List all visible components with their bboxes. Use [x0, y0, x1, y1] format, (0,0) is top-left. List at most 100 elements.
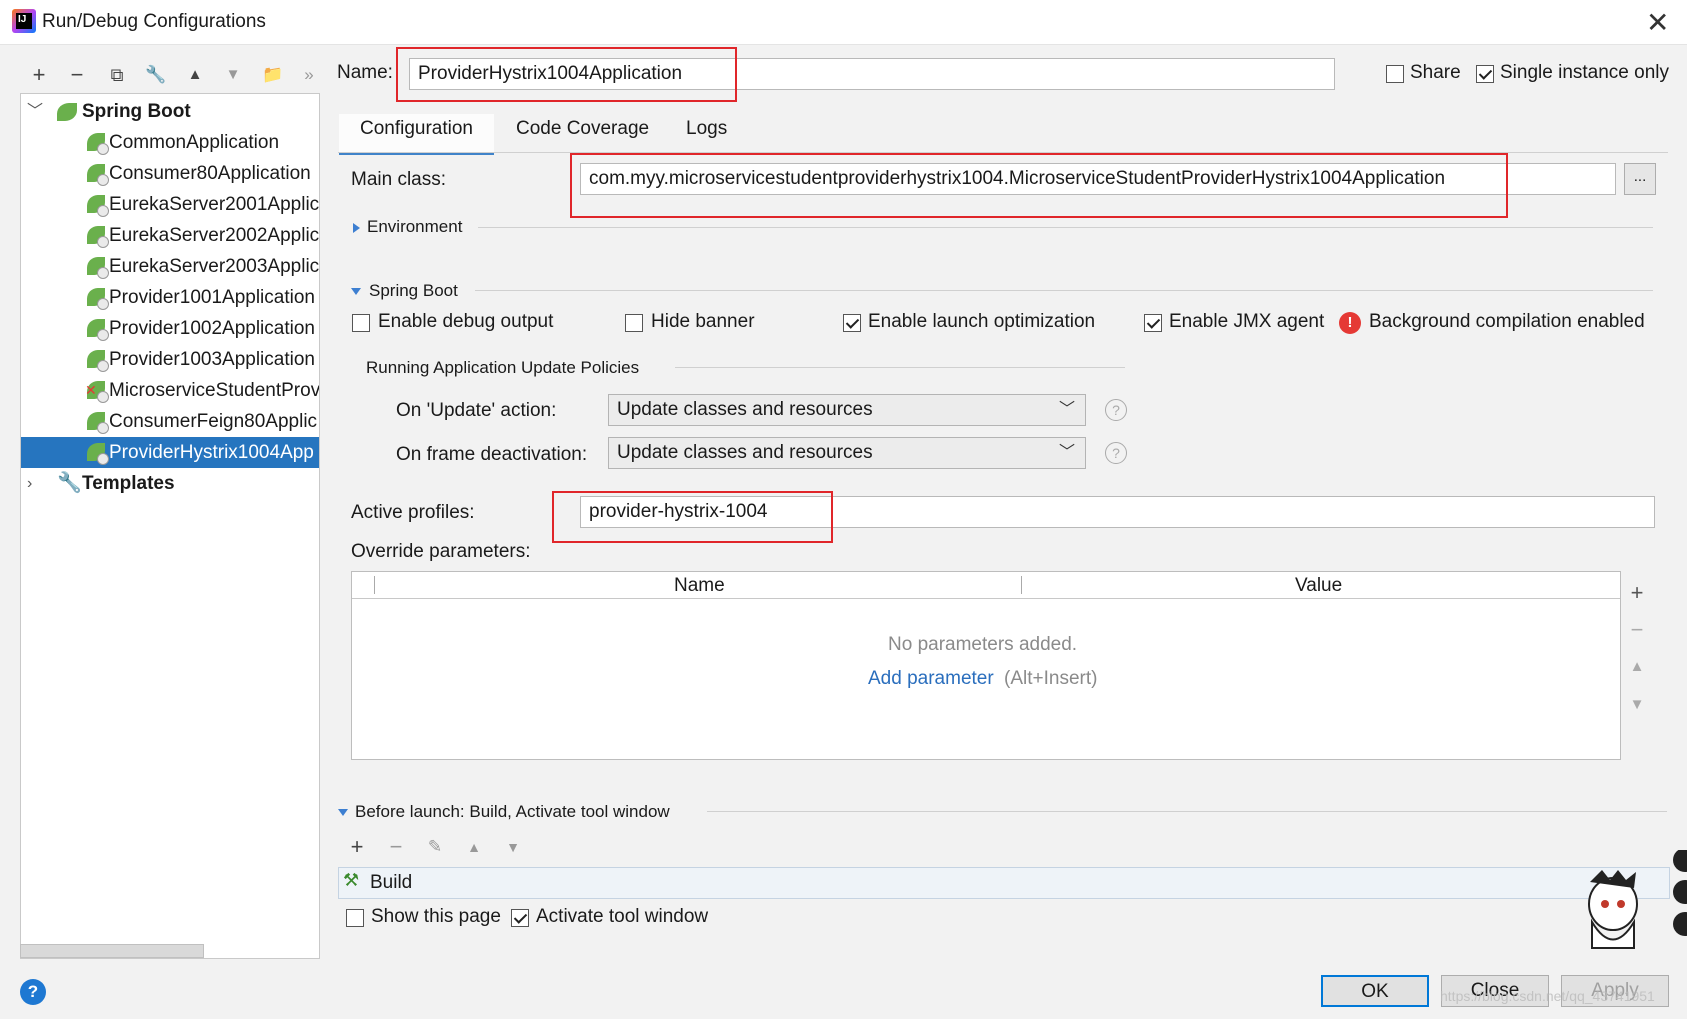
move-up-button[interactable]: ▲	[184, 64, 206, 86]
tree-item[interactable]: Provider1003Application	[21, 344, 319, 375]
edit-task-button[interactable]: ✎	[424, 836, 446, 858]
tree-horizontal-scrollbar[interactable]	[20, 944, 204, 958]
spring-boot-run-icon	[87, 412, 109, 434]
spring-boot-run-icon	[87, 195, 109, 217]
remove-configuration-button[interactable]: −	[66, 64, 88, 86]
spring-boot-run-icon	[87, 319, 109, 341]
close-window-button[interactable]: ✕	[1646, 6, 1669, 39]
override-parameters-table[interactable]: Name Value No parameters added. Add para…	[351, 571, 1621, 760]
folder-icon[interactable]: 📁	[262, 64, 284, 86]
wrench-icon[interactable]: 🔧	[145, 64, 167, 86]
add-configuration-button[interactable]: +	[28, 64, 50, 86]
section-divider	[707, 811, 1667, 812]
collapse-arrow-icon[interactable]	[338, 809, 348, 816]
spring-boot-icon	[57, 101, 79, 123]
move-down-button[interactable]: ▼	[1623, 696, 1651, 713]
spring-boot-run-icon	[87, 350, 109, 372]
spring-boot-run-icon	[87, 443, 109, 465]
spring-boot-run-icon	[87, 133, 109, 155]
add-parameter-button[interactable]: +	[1623, 580, 1651, 606]
spring-boot-run-icon	[87, 164, 109, 186]
active-profiles-label: Active profiles:	[351, 502, 475, 523]
on-frame-label: On frame deactivation:	[396, 444, 588, 465]
tree-group-spring-boot[interactable]: ﹀ Spring Boot	[21, 96, 319, 127]
column-header-value[interactable]: Value	[1295, 575, 1342, 597]
single-instance-checkbox[interactable]	[1476, 65, 1494, 83]
share-checkbox[interactable]	[1386, 65, 1404, 83]
move-task-up-button[interactable]: ▲	[463, 836, 485, 858]
copy-configuration-button[interactable]: ⧉	[106, 64, 128, 86]
spring-boot-section-label[interactable]: Spring Boot	[369, 281, 458, 301]
jmx-agent-label: Enable JMX agent	[1169, 311, 1325, 332]
move-down-button[interactable]: ▼	[222, 64, 244, 86]
section-divider	[475, 290, 1653, 291]
on-update-label: On 'Update' action:	[396, 400, 557, 421]
spring-boot-run-icon	[87, 288, 109, 310]
launch-optimization-checkbox[interactable]	[843, 314, 861, 332]
spring-boot-run-icon	[87, 257, 109, 279]
ok-button[interactable]: OK	[1321, 975, 1429, 1007]
name-label: Name:	[337, 62, 393, 83]
tree-item[interactable]: CommonApplication	[21, 127, 319, 158]
intellij-app-icon: IJ	[12, 9, 36, 33]
tree-item[interactable]: Consumer80Application	[21, 158, 319, 189]
tree-item[interactable]: EurekaServer2001Applic	[21, 189, 319, 220]
enable-debug-checkbox[interactable]	[352, 314, 370, 332]
tree-item-selected[interactable]: ProviderHystrix1004App	[21, 437, 319, 468]
empty-state-text: No parameters added.	[888, 634, 1078, 655]
on-update-select[interactable]: Update classes and resources ﹀	[608, 394, 1086, 426]
tree-item[interactable]: EurekaServer2002Applic	[21, 220, 319, 251]
remove-task-button[interactable]: −	[385, 836, 407, 858]
collapse-arrow-icon[interactable]	[351, 288, 361, 295]
floating-widget-icon[interactable]	[1667, 850, 1687, 950]
before-launch-task-row[interactable]: ⚒ Build	[338, 867, 1670, 899]
launch-optimization-label: Enable launch optimization	[868, 311, 1096, 332]
activate-tool-window-label: Activate tool window	[536, 906, 709, 927]
add-task-button[interactable]: +	[346, 836, 368, 858]
move-up-button[interactable]: ▲	[1623, 658, 1651, 675]
help-icon[interactable]: ?	[1105, 442, 1127, 464]
activate-tool-window-checkbox[interactable]	[511, 909, 529, 927]
highlight-box	[570, 153, 1508, 218]
hide-banner-checkbox[interactable]	[625, 314, 643, 332]
watermark: https://blog.csdn.net/qq_43741951	[1440, 988, 1655, 1004]
tab-configuration[interactable]: Configuration	[339, 114, 494, 155]
environment-section-label[interactable]: Environment	[367, 217, 462, 237]
jmx-agent-checkbox[interactable]	[1144, 314, 1162, 332]
column-divider	[374, 576, 375, 594]
override-parameters-label: Override parameters:	[351, 541, 531, 562]
column-header-name[interactable]: Name	[674, 575, 725, 597]
help-icon[interactable]: ?	[1105, 399, 1127, 421]
spring-boot-run-icon	[87, 226, 109, 248]
chevron-down-icon: ﹀	[1058, 444, 1075, 461]
show-page-checkbox[interactable]	[346, 909, 364, 927]
single-instance-label: Single instance only	[1500, 62, 1669, 83]
help-button[interactable]: ?	[20, 979, 46, 1005]
tree-item[interactable]: EurekaServer2003Applic	[21, 251, 319, 282]
update-policies-label: Running Application Update Policies	[366, 358, 640, 377]
on-frame-select[interactable]: Update classes and resources ﹀	[608, 437, 1086, 469]
move-task-down-button[interactable]: ▼	[502, 836, 524, 858]
tree-item[interactable]: ConsumerFeign80Applic	[21, 406, 319, 437]
share-label: Share	[1410, 62, 1461, 83]
tree-group-templates[interactable]: › 🔧 Templates	[21, 468, 319, 499]
enable-debug-label: Enable debug output	[378, 311, 554, 332]
configurations-tree[interactable]: ﹀ Spring Boot CommonApplication Consumer…	[20, 93, 320, 959]
title-bar: IJ Run/Debug Configurations ✕	[0, 0, 1687, 45]
remove-parameter-button[interactable]: −	[1623, 617, 1651, 643]
chevron-down-icon[interactable]: ﹀	[27, 96, 43, 127]
more-actions-button[interactable]: »	[298, 64, 320, 86]
tree-item[interactable]: ✕ MicroserviceStudentProv	[21, 375, 319, 406]
hammer-icon: ⚒	[343, 870, 360, 890]
chevron-right-icon[interactable]: ›	[27, 468, 32, 499]
browse-main-class-button[interactable]: ...	[1624, 163, 1656, 195]
tree-item[interactable]: Provider1001Application	[21, 282, 319, 313]
spring-boot-error-icon: ✕	[85, 381, 109, 403]
tab-logs[interactable]: Logs	[686, 114, 727, 152]
tree-item[interactable]: Provider1002Application	[21, 313, 319, 344]
tab-code-coverage[interactable]: Code Coverage	[516, 114, 649, 152]
before-launch-label[interactable]: Before launch: Build, Activate tool wind…	[355, 802, 670, 822]
expand-arrow-icon[interactable]	[353, 223, 360, 233]
add-parameter-link[interactable]: Add parameter	[868, 668, 994, 690]
error-icon: !	[1339, 312, 1361, 334]
